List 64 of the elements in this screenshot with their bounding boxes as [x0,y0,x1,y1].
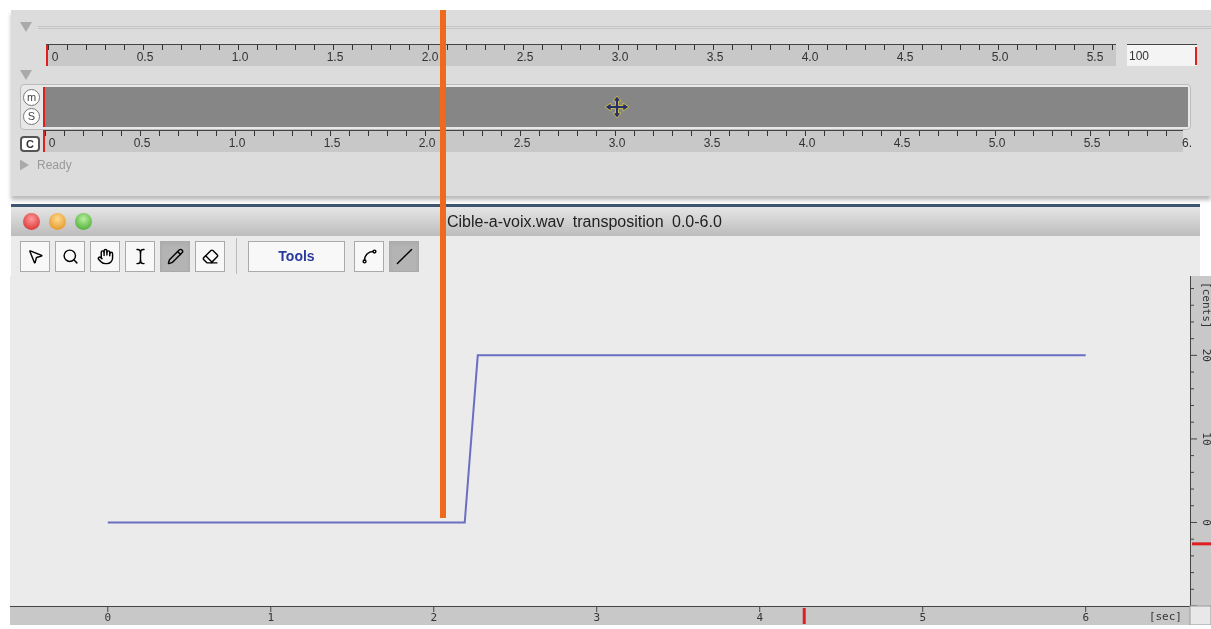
x-tick-label: 4 [756,611,764,624]
ruler-label: 4.5 [896,50,914,64]
y-tick-label: 0 [1200,519,1211,526]
track-toggle-button[interactable]: S [23,108,40,125]
close-button[interactable] [23,213,40,230]
ruler-label: 5.0 [988,136,1006,150]
tool-button[interactable] [160,240,190,272]
x-axis-label: [sec] [1148,610,1182,623]
track-toggle-button[interactable]: C [20,136,40,152]
ruler-label: 1.0 [228,136,246,150]
ruler-label: 2.5 [516,50,534,64]
ruler-label: 2.0 [421,50,439,64]
corner-box [1189,605,1211,625]
tool-button[interactable] [389,240,419,272]
ruler-label: 0.5 [136,50,154,64]
ruler-label: 5.5 [1083,136,1101,150]
ruler-label: 4.0 [801,50,819,64]
y-tick-label: 20 [1200,348,1211,362]
ruler-label: 5.5 [1086,50,1104,64]
ruler-label: 2.0 [418,136,436,150]
tool-button[interactable] [55,240,85,272]
x-tick-label: 6 [1082,611,1089,624]
window-title: Cible-a-voix.wav transposition 0.0-6.0 [447,211,722,232]
ruler-label: 3.5 [703,136,721,150]
ruler-label: 5.0 [991,50,1009,64]
ruler-label: 4.5 [893,136,911,150]
ruler-label: 0 [48,136,56,150]
magnifier-icon [61,247,79,265]
x-tick-label: 3 [593,611,601,624]
ruler-label: 6. [1182,136,1192,150]
x-tick-label: 0 [104,611,112,624]
x-tick-label: 5 [919,611,926,624]
ruler-label: 3.0 [611,50,629,64]
arrow-icon [26,247,44,265]
tool-button[interactable] [125,240,155,272]
ruler-label: 2.5 [513,136,531,150]
ruler-label: 1.5 [326,50,344,64]
zoom-value: 100 [1129,49,1150,63]
track-toggle-button[interactable]: m [23,89,40,106]
ruler-label: 3.5 [706,50,724,64]
tools-palette-button[interactable]: Tools [248,240,345,272]
y-tick-label: 10 [1200,432,1211,446]
line-icon [395,247,413,265]
eraser-icon [201,247,219,265]
hand-icon [96,247,114,265]
x-tick-label: 2 [430,611,438,624]
ruler-label: 0 [51,50,59,64]
status-text: Ready [37,157,72,174]
pencil-icon [166,247,184,265]
y-axis-label: [cents] [1200,282,1211,329]
ruler-label: 3.0 [608,136,626,150]
tool-button[interactable] [354,240,384,272]
tool-button[interactable] [90,240,120,272]
level-marker [1192,542,1211,546]
playhead-marker [802,608,806,624]
ruler-label: 1.5 [323,136,341,150]
ruler-label: 4.0 [798,136,816,150]
tool-button[interactable] [195,240,225,272]
tool-button[interactable] [20,240,50,272]
points-icon [360,247,378,265]
ruler-label: 0.5 [133,136,151,150]
ruler-label: 1.0 [231,50,249,64]
move-cursor-icon [603,95,630,119]
x-tick-label: 1 [267,611,275,624]
